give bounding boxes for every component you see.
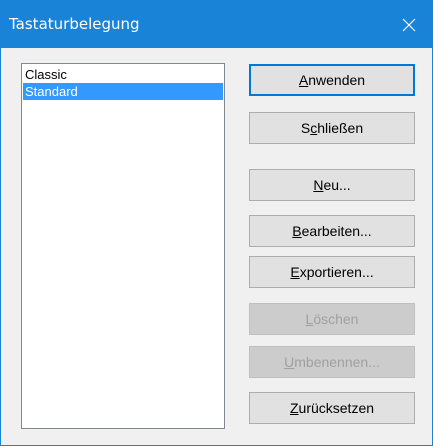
delete-mnemonic: L bbox=[305, 311, 314, 327]
close-window-button[interactable] bbox=[386, 1, 432, 48]
export-label: xportieren... bbox=[299, 264, 374, 280]
apply-button[interactable]: Anwenden bbox=[249, 64, 415, 96]
close-mnemonic: c bbox=[310, 120, 318, 136]
close-icon bbox=[402, 18, 416, 31]
close-label-pre: S bbox=[300, 120, 311, 136]
delete-button[interactable]: Löschen bbox=[249, 303, 415, 335]
layout-listbox[interactable]: Classic Standard bbox=[21, 63, 225, 429]
window-title: Tastaturbelegung bbox=[9, 15, 140, 33]
keyboard-layout-dialog: Tastaturbelegung Classic Standard Anwend… bbox=[0, 0, 433, 446]
edit-label: earbeiten... bbox=[301, 223, 372, 239]
rename-label: mbenennen... bbox=[294, 354, 380, 370]
reset-mnemonic: Z bbox=[289, 400, 299, 416]
title-bar: Tastaturbelegung bbox=[1, 1, 432, 48]
export-button[interactable]: Exportieren... bbox=[249, 256, 415, 288]
apply-label: nwenden bbox=[308, 72, 366, 88]
apply-mnemonic: A bbox=[298, 72, 309, 88]
list-item-standard[interactable]: Standard bbox=[23, 83, 223, 100]
edit-button[interactable]: Bearbeiten... bbox=[249, 215, 415, 247]
close-button[interactable]: Sc hließen bbox=[249, 112, 415, 144]
reset-label: urücksetzen bbox=[298, 400, 375, 416]
rename-button[interactable]: Umbenennen... bbox=[249, 346, 415, 378]
close-label: hließen bbox=[317, 120, 364, 136]
delete-label: öschen bbox=[313, 311, 359, 327]
reset-button[interactable]: Zurücksetzen bbox=[249, 392, 415, 424]
list-item-classic[interactable]: Classic bbox=[23, 66, 223, 83]
new-mnemonic: N bbox=[313, 177, 324, 193]
rename-mnemonic: U bbox=[284, 354, 295, 370]
edit-mnemonic: B bbox=[292, 223, 302, 239]
new-button[interactable]: Neu... bbox=[249, 169, 415, 201]
export-mnemonic: E bbox=[290, 264, 300, 280]
new-label: eu... bbox=[323, 177, 351, 193]
